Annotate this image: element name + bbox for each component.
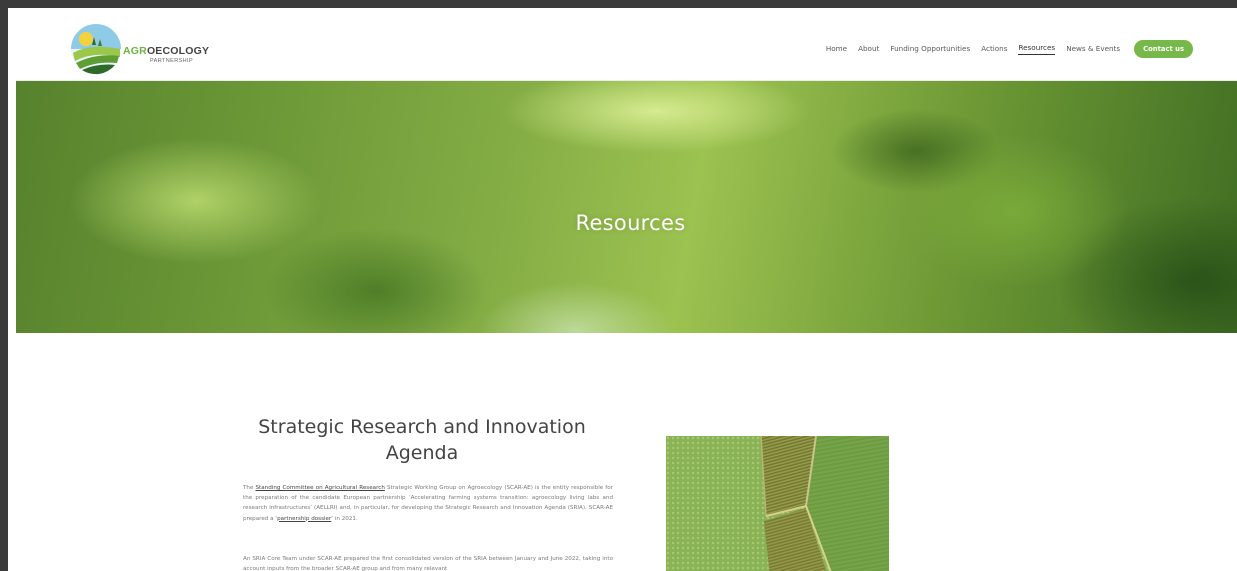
main-content: Strategic Research and Innovation Agenda… — [16, 333, 1237, 571]
logo-wordmark-part1: AGR — [123, 45, 147, 57]
logo-subtitle: PARTNERSHIP — [150, 58, 194, 64]
nav-item-funding-opportunities[interactable]: Funding Opportunities — [890, 44, 970, 55]
site-header: AGROECOLOGY PARTNERSHIP Home About Fundi… — [16, 16, 1237, 81]
section-title: Strategic Research and Innovation Agenda — [258, 416, 586, 464]
nav-item-about[interactable]: About — [858, 44, 879, 55]
intro-paragraph: The Standing Committee on Agricultural R… — [243, 483, 613, 524]
browser-frame: AGROECOLOGY PARTNERSHIP Home About Fundi… — [0, 0, 1237, 571]
aerial-field-image — [666, 436, 889, 571]
logo-wordmark: AGROECOLOGY — [123, 45, 209, 57]
partnership-dossier-link[interactable]: partnership dossier — [277, 516, 331, 522]
hero-banner: Resources — [16, 81, 1237, 333]
nav-item-home[interactable]: Home — [826, 44, 847, 55]
logo-wordmark-part2: OECOLOGY — [146, 45, 210, 57]
nav-item-news-events[interactable]: News & Events — [1066, 44, 1120, 55]
hero-title: Resources — [575, 211, 686, 235]
main-nav: Home About Funding Opportunities Actions… — [815, 40, 1193, 58]
p1-suffix: ’ in 2021. — [331, 515, 358, 522]
aerial-field-illustration — [666, 436, 889, 571]
sria-paragraph: An SRIA Core Team under SCAR-AE prepared… — [243, 556, 613, 571]
site-logo[interactable]: AGROECOLOGY PARTNERSHIP — [70, 23, 210, 75]
logo-emblem-icon — [71, 24, 121, 75]
contact-us-button[interactable]: Contact us — [1134, 40, 1193, 58]
nav-item-resources[interactable]: Resources — [1018, 43, 1056, 55]
scar-link[interactable]: Standing Committee on Agricultural Resea… — [256, 485, 385, 491]
nav-item-actions[interactable]: Actions — [981, 44, 1007, 55]
p1-prefix: The — [243, 485, 256, 491]
